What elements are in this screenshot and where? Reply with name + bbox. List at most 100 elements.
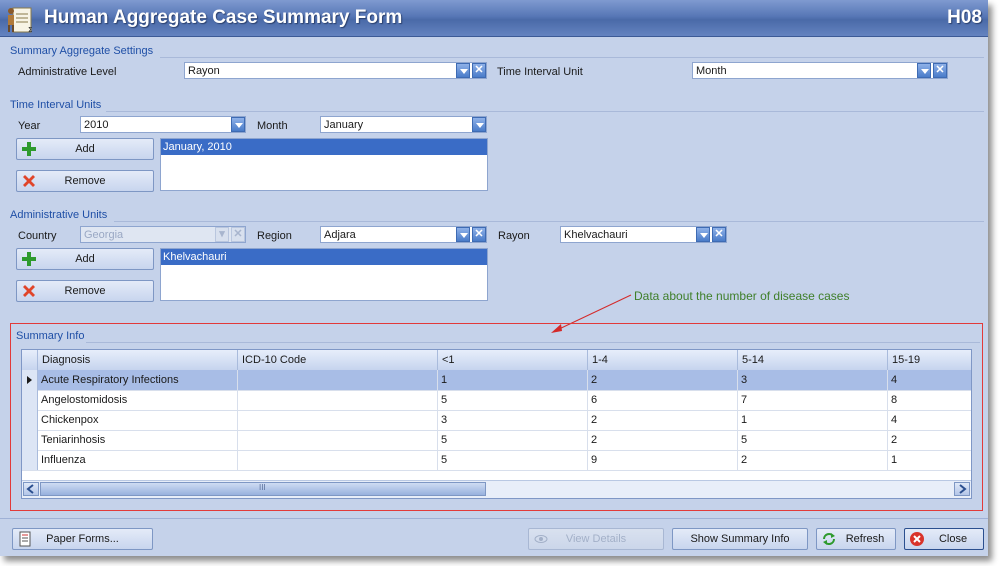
table-row[interactable]: Angelostomidosis 5 6 7 8	[22, 390, 971, 411]
region-value: Adjara	[324, 229, 356, 241]
grid-cell[interactable]: 4	[888, 370, 971, 390]
time-interval-combo[interactable]: Month ✕	[692, 62, 948, 79]
grid-cell[interactable]	[238, 410, 438, 430]
paper-forms-button[interactable]: Paper Forms...	[12, 528, 153, 550]
time-interval-label: Time Interval Unit	[497, 66, 583, 78]
admin-level-combo[interactable]: Rayon ✕	[184, 62, 487, 79]
row-indicator[interactable]	[22, 430, 38, 450]
grid-cell[interactable]: 2	[738, 450, 888, 470]
grid-cell[interactable]: 7	[738, 390, 888, 410]
country-value: Georgia	[84, 229, 124, 241]
grid-header: Diagnosis ICD-10 Code <1 1-4 5-14 15-19	[22, 350, 971, 371]
clear-icon[interactable]: ✕	[472, 227, 486, 242]
scroll-left-icon[interactable]	[23, 482, 39, 496]
column-header[interactable]: Diagnosis	[38, 350, 238, 370]
clear-icon[interactable]: ✕	[712, 227, 726, 242]
grid-cell[interactable]: 5	[438, 450, 588, 470]
row-indicator[interactable]	[22, 410, 38, 430]
grid-cell[interactable]: 9	[588, 450, 738, 470]
show-summary-label: Show Summary Info	[690, 533, 790, 545]
list-item[interactable]: January, 2010	[161, 139, 487, 155]
grid-cell[interactable]: Angelostomidosis	[38, 390, 238, 410]
form-person-icon: Σ	[8, 7, 32, 34]
month-label: Month	[257, 120, 288, 132]
remove-admin-button[interactable]: Remove	[16, 280, 154, 302]
grid-cell[interactable]: 2	[888, 430, 971, 450]
row-indicator[interactable]	[22, 450, 38, 470]
chevron-down-icon[interactable]	[231, 117, 245, 132]
table-row[interactable]: Influenza 5 9 2 1	[22, 450, 971, 471]
grid-cell[interactable]: 3	[438, 410, 588, 430]
table-row[interactable]: Chickenpox 3 2 1 4	[22, 410, 971, 431]
grid-cell[interactable]: 1	[738, 410, 888, 430]
add-time-button[interactable]: Add	[16, 138, 154, 160]
grid-cell[interactable]: 2	[588, 410, 738, 430]
remove-time-label: Remove	[64, 175, 106, 187]
add-admin-button[interactable]: Add	[16, 248, 154, 270]
paper-forms-label: Paper Forms...	[46, 533, 119, 545]
grid-cell[interactable]: 1	[438, 370, 588, 390]
time-units-list[interactable]: January, 2010	[160, 138, 488, 191]
chevron-down-icon[interactable]	[456, 63, 470, 78]
clear-icon[interactable]: ✕	[933, 63, 947, 78]
close-button[interactable]: Close	[904, 528, 984, 550]
column-header[interactable]: 5-14	[738, 350, 888, 370]
clear-icon[interactable]: ✕	[472, 63, 486, 78]
grid-cell[interactable]: Influenza	[38, 450, 238, 470]
year-value: 2010	[84, 119, 109, 131]
annotation-text: Data about the number of disease cases	[634, 289, 850, 303]
group-divider	[160, 57, 984, 58]
grid-cell[interactable]: 1	[888, 450, 971, 470]
grid-cell[interactable]: 3	[738, 370, 888, 390]
column-header[interactable]: ICD-10 Code	[238, 350, 438, 370]
group-divider	[114, 221, 984, 222]
year-combo[interactable]: 2010	[80, 116, 246, 133]
list-item[interactable]: Khelvachauri	[161, 249, 487, 265]
month-value: January	[324, 119, 364, 131]
grid-cell[interactable]: 5	[738, 430, 888, 450]
region-label: Region	[257, 230, 292, 242]
grid-cell[interactable]: 2	[588, 430, 738, 450]
admin-units-group-title: Administrative Units	[10, 209, 108, 221]
grid-cell[interactable]: Teniarinhosis	[38, 430, 238, 450]
grid-cell[interactable]: 5	[438, 430, 588, 450]
grid-cell[interactable]: 2	[588, 370, 738, 390]
grid-cell[interactable]: 6	[588, 390, 738, 410]
grid-cell[interactable]	[238, 370, 438, 390]
grid-cell[interactable]	[238, 450, 438, 470]
grid-cell[interactable]: Acute Respiratory Infections	[38, 370, 238, 390]
grid-cell[interactable]: 5	[438, 390, 588, 410]
show-summary-button[interactable]: Show Summary Info	[672, 528, 808, 550]
rayon-combo[interactable]: Khelvachauri ✕	[560, 226, 727, 243]
remove-time-button[interactable]: Remove	[16, 170, 154, 192]
clear-icon: ✕	[231, 227, 245, 242]
scroll-right-icon[interactable]	[954, 482, 970, 496]
column-header[interactable]: <1	[438, 350, 588, 370]
column-header[interactable]: 15-19	[888, 350, 971, 370]
chevron-down-icon[interactable]	[456, 227, 470, 242]
region-combo[interactable]: Adjara ✕	[320, 226, 487, 243]
scroll-thumb[interactable]: III	[40, 482, 486, 496]
month-combo[interactable]: January	[320, 116, 487, 133]
grid-cell[interactable]: Chickenpox	[38, 410, 238, 430]
column-header[interactable]: 1-4	[588, 350, 738, 370]
grid-cell[interactable]	[238, 430, 438, 450]
row-indicator[interactable]	[22, 390, 38, 410]
admin-units-list[interactable]: Khelvachauri	[160, 248, 488, 301]
grid-cell[interactable]: 8	[888, 390, 971, 410]
chevron-down-icon[interactable]	[472, 117, 486, 132]
refresh-button[interactable]: Refresh	[816, 528, 896, 550]
summary-grid[interactable]: Diagnosis ICD-10 Code <1 1-4 5-14 15-19 …	[21, 349, 972, 499]
horizontal-scrollbar[interactable]: III	[22, 480, 971, 498]
grid-cell[interactable]	[238, 390, 438, 410]
chevron-down-icon[interactable]	[696, 227, 710, 242]
view-details-button[interactable]: View Details	[528, 528, 664, 550]
chevron-down-icon[interactable]	[917, 63, 931, 78]
table-row[interactable]: Teniarinhosis 5 2 5 2	[22, 430, 971, 451]
table-row[interactable]: Acute Respiratory Infections 1 2 3 4	[22, 370, 971, 391]
form-code: H08	[947, 7, 982, 28]
grid-cell[interactable]: 4	[888, 410, 971, 430]
row-indicator[interactable]	[22, 370, 38, 390]
admin-level-value: Rayon	[188, 65, 220, 77]
rayon-value: Khelvachauri	[564, 229, 628, 241]
